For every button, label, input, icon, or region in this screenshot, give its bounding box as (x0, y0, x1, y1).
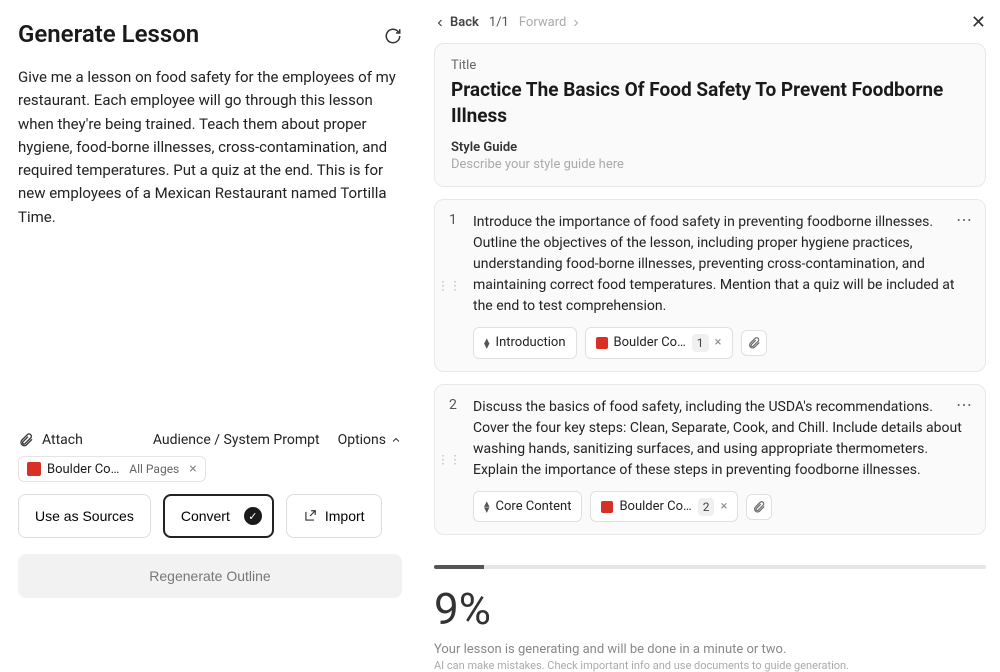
source-pages: All Pages (129, 462, 179, 476)
button-row: Use as Sources Convert ✓ Import (18, 494, 402, 538)
outline-item: ⋮⋮ 1 Introduce the importance of food sa… (434, 199, 986, 372)
import-icon (303, 509, 317, 523)
doc-tag[interactable]: Boulder Co… 1 × (585, 327, 733, 359)
remove-tag-icon[interactable]: × (715, 333, 722, 353)
chevron-up-icon (390, 434, 402, 446)
options-link[interactable]: Options (338, 432, 402, 448)
pdf-icon (596, 337, 608, 349)
type-tag[interactable]: ▴▾ Introduction (473, 327, 577, 359)
outline-item: ⋮⋮ 2 Discuss the basics of food safety, … (434, 384, 986, 536)
chevron-left-icon (434, 17, 446, 29)
style-guide-label: Style Guide (451, 140, 969, 155)
progress-message: Your lesson is generating and will be do… (434, 641, 986, 659)
chevron-right-icon (570, 17, 582, 29)
doc-tag[interactable]: Boulder Co… 2 × (590, 491, 738, 523)
back-button[interactable]: Back (434, 15, 479, 30)
paperclip-icon (747, 336, 761, 350)
import-button[interactable]: Import (286, 494, 382, 538)
options-label: Options (338, 432, 386, 448)
page-title: Generate Lesson (18, 20, 199, 48)
paperclip-icon (752, 500, 766, 514)
convert-label: Convert (181, 508, 230, 524)
close-icon[interactable]: ✕ (971, 12, 986, 33)
sort-icon: ▴▾ (484, 501, 490, 512)
more-icon[interactable]: ⋯ (956, 210, 973, 229)
outline-tags: ▴▾ Introduction Boulder Co… 1 × (473, 327, 971, 359)
import-label: Import (325, 508, 365, 524)
progress-fill (434, 565, 484, 569)
source-chip[interactable]: Boulder Co… All Pages × (18, 456, 206, 482)
left-pane: Generate Lesson Give me a lesson on food… (0, 0, 420, 610)
outline-text: Introduce the importance of food safety … (473, 212, 971, 317)
type-tag[interactable]: ▴▾ Core Content (473, 491, 582, 523)
doc-count: 2 (698, 498, 715, 516)
outline-text: Discuss the basics of food safety, inclu… (473, 397, 971, 481)
title-label: Title (451, 58, 969, 73)
meta-row: Attach Audience / System Prompt Options (18, 424, 402, 456)
drag-handle-icon[interactable]: ⋮⋮ (433, 282, 461, 289)
progress-percent: 9% (434, 583, 986, 635)
right-pane: Back 1/1 Forward ✕ Title Practice The Ba… (420, 0, 1000, 610)
outline-tags: ▴▾ Core Content Boulder Co… 2 × (473, 491, 971, 523)
forward-button[interactable]: Forward (519, 15, 582, 30)
style-guide-input[interactable]: Describe your style guide here (451, 157, 969, 172)
progress-bar (434, 565, 986, 569)
remove-source-icon[interactable]: × (189, 461, 196, 477)
attach-doc-button[interactable] (741, 330, 767, 356)
drag-handle-icon[interactable]: ⋮⋮ (433, 456, 461, 463)
sort-icon: ▴▾ (484, 338, 490, 349)
progress-disclaimer: AI can make mistakes. Check important in… (434, 659, 986, 672)
left-header: Generate Lesson (18, 20, 402, 48)
attach-doc-button[interactable] (746, 494, 772, 520)
prompt-text[interactable]: Give me a lesson on food safety for the … (18, 66, 402, 229)
remove-tag-icon[interactable]: × (720, 497, 727, 517)
title-panel: Title Practice The Basics Of Food Safety… (434, 43, 986, 187)
use-as-sources-button[interactable]: Use as Sources (18, 494, 151, 538)
pdf-icon (27, 462, 41, 476)
pdf-icon (601, 501, 613, 513)
check-icon: ✓ (244, 507, 262, 525)
outline-content[interactable]: Introduce the importance of food safety … (473, 212, 971, 359)
lesson-title[interactable]: Practice The Basics Of Food Safety To Pr… (451, 77, 969, 128)
outline-content[interactable]: Discuss the basics of food safety, inclu… (473, 397, 971, 523)
regenerate-outline-button[interactable]: Regenerate Outline (18, 554, 402, 598)
source-name: Boulder Co… (47, 462, 119, 477)
convert-button[interactable]: Convert ✓ (163, 494, 274, 538)
attach-link[interactable]: Attach (42, 432, 83, 448)
nav-row: Back 1/1 Forward ✕ (434, 12, 986, 33)
refresh-icon[interactable] (384, 25, 402, 43)
page-counter: 1/1 (489, 15, 509, 30)
doc-count: 1 (692, 334, 709, 352)
more-icon[interactable]: ⋯ (956, 395, 973, 414)
attach-icon[interactable] (18, 432, 34, 448)
audience-link[interactable]: Audience / System Prompt (153, 432, 320, 448)
